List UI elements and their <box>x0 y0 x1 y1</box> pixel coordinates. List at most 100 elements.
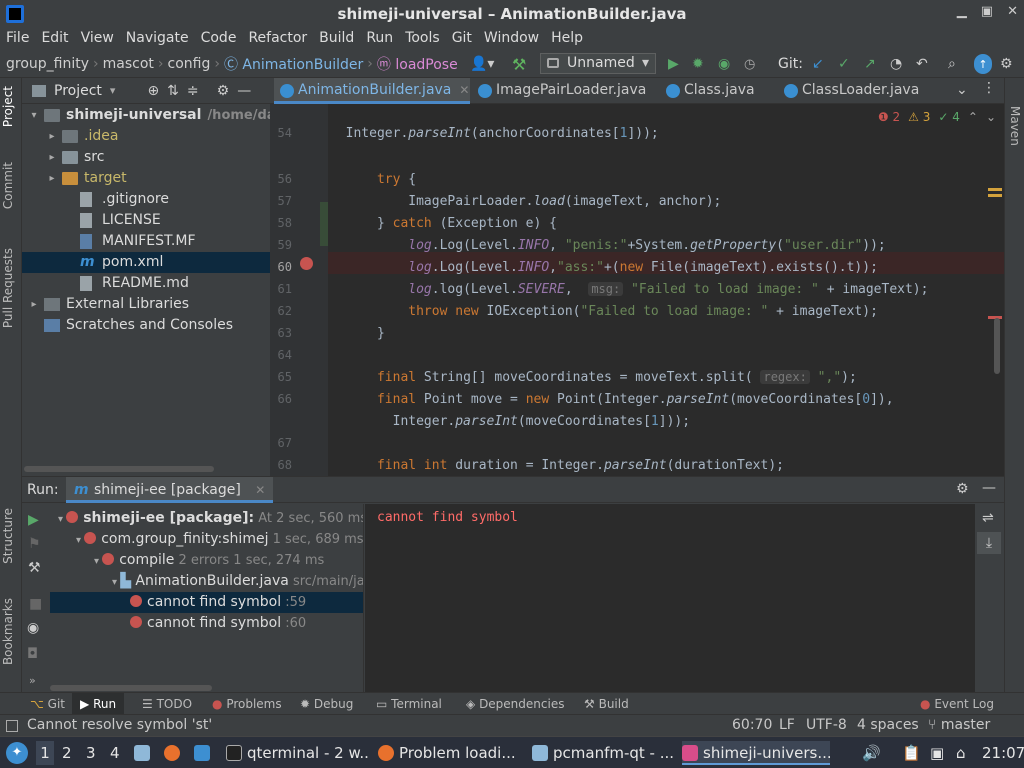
firefox-launcher-icon[interactable] <box>164 741 185 765</box>
build-hammer-icon[interactable]: ⚒ <box>512 54 526 74</box>
build-result-item[interactable]: ▾ ▙ AnimationBuilder.java src/main/ja <box>50 571 363 592</box>
more-icon[interactable]: » <box>29 674 36 687</box>
code-line[interactable]: throw new IOException("Failed to load im… <box>330 304 878 319</box>
build-result-item[interactable]: ▾ com.group_finity:shimej 1 sec, 689 ms <box>50 529 363 550</box>
task-qterminal[interactable]: qterminal - 2 w... <box>226 741 368 765</box>
gear-icon[interactable]: ⚙ <box>956 481 969 497</box>
chevron-down-icon[interactable]: ▾ <box>94 556 102 567</box>
commit-tool-tab[interactable]: Commit <box>1 162 15 209</box>
tool-tab-todo[interactable]: ☰ TODO <box>142 693 192 715</box>
project-tree-item[interactable]: Scratches and Consoles <box>22 315 270 336</box>
tab-imagepairloader[interactable]: ImagePairLoader.java <box>472 78 646 104</box>
start-menu-icon[interactable]: ✦ <box>6 742 28 764</box>
minimize-icon[interactable]: ▁ <box>957 4 967 19</box>
chevron-right-icon[interactable]: ▸ <box>46 168 58 189</box>
run-tab-shimeji-ee[interactable]: m shimeji-ee [package] ✕ <box>66 477 274 503</box>
menu-file[interactable]: File <box>0 28 35 50</box>
tool-tab-build[interactable]: ⚒ Build <box>584 693 629 715</box>
project-horizontal-scrollbar[interactable] <box>24 466 214 472</box>
bookmarks-tool-tab[interactable]: Bookmarks <box>1 598 15 665</box>
chevron-down-icon[interactable]: ▾ <box>112 577 120 588</box>
project-tree-item[interactable]: .gitignore <box>22 189 270 210</box>
chevron-down-icon[interactable]: ▾ <box>110 84 116 97</box>
clock[interactable]: 21:07 <box>982 741 1024 765</box>
task-firefox[interactable]: Problem loadi... <box>378 741 522 765</box>
project-tree-item[interactable]: LICENSE <box>22 210 270 231</box>
editor-vertical-scrollbar[interactable] <box>994 318 1000 374</box>
file-encoding[interactable]: UTF-8 <box>806 717 847 733</box>
build-result-item[interactable]: cannot find symbol :60 <box>50 613 363 634</box>
chevron-right-icon[interactable]: ▸ <box>46 147 58 168</box>
stop-square-icon[interactable]: ■ <box>29 596 42 612</box>
menu-edit[interactable]: Edit <box>35 28 74 50</box>
scroll-to-end-icon[interactable]: ⤓ <box>977 532 1001 554</box>
chevron-down-icon[interactable]: ⌄ <box>986 110 996 124</box>
project-tree-item[interactable]: ▸ .idea <box>22 126 270 147</box>
build-result-item[interactable]: ▾ shimeji-ee [package]: At 2 sec, 560 ms <box>50 508 363 529</box>
code-line[interactable]: final int duration = Integer.parseInt(du… <box>330 458 784 473</box>
project-tree-item[interactable]: ▾ shimeji-universal/home/dartz <box>22 105 295 126</box>
code-line[interactable]: final Point move = new Point(Integer.par… <box>330 392 894 407</box>
chevron-down-icon[interactable]: ▾ <box>28 105 40 126</box>
task-pcmanfm[interactable]: pcmanfm-qt - ... <box>532 741 674 765</box>
files-launcher-icon[interactable] <box>134 741 155 765</box>
layout-icon[interactable] <box>6 720 18 732</box>
history-icon[interactable]: ◔ <box>890 54 902 74</box>
close-icon[interactable]: ✕ <box>459 83 469 97</box>
breakpoint-icon[interactable] <box>300 257 313 270</box>
menu-code[interactable]: Code <box>195 28 243 50</box>
more-icon[interactable]: ⋮ <box>982 80 996 96</box>
workspace-1[interactable]: 1 <box>36 741 54 765</box>
maximize-icon[interactable]: ▣ <box>981 4 993 19</box>
breadcrumb-config[interactable]: config <box>168 56 211 72</box>
close-icon[interactable]: ✕ <box>255 483 265 497</box>
profile-icon[interactable]: ◷ <box>744 54 755 74</box>
screenshot-icon[interactable]: ▣ <box>930 741 944 765</box>
line-separator[interactable]: LF <box>779 717 795 733</box>
tool-tab-debug[interactable]: ✹ Debug <box>300 693 353 715</box>
chevron-up-icon[interactable]: ⌃ <box>968 110 978 124</box>
project-tree-item[interactable]: ▸ target <box>22 168 270 189</box>
code-line[interactable]: log.Log(Level.INFO,"ass:"+(new File(imag… <box>330 260 878 275</box>
settings-icon[interactable]: ⚙ <box>1000 54 1013 74</box>
code-line[interactable]: } catch (Exception e) { <box>330 216 557 231</box>
run-configuration-select[interactable]: Unnamed ▾ <box>540 53 656 74</box>
project-tree-item[interactable]: README.md <box>22 273 270 294</box>
tab-class[interactable]: Class.java <box>660 78 768 104</box>
git-update-icon[interactable]: ↙ <box>812 54 824 74</box>
pull-requests-tool-tab[interactable]: Pull Requests <box>1 248 15 328</box>
desktop-launcher-icon[interactable] <box>194 741 215 765</box>
code-line[interactable]: try { <box>330 172 416 187</box>
menu-run[interactable]: Run <box>360 28 399 50</box>
inspection-widget[interactable]: ❶ 2 ⚠ 3 ✓ 4 ⌃ ⌄ <box>878 110 996 124</box>
locate-icon[interactable]: ⊕ <box>147 83 159 99</box>
code-line[interactable]: Integer.parseInt(moveCoordinates[1])); <box>330 414 690 429</box>
run-icon[interactable]: ▶ <box>668 54 679 74</box>
rerun-icon[interactable]: ▶ <box>28 512 39 528</box>
menu-help[interactable]: Help <box>545 28 589 50</box>
menu-view[interactable]: View <box>75 28 120 50</box>
tool-tab-dependencies[interactable]: ◈ Dependencies <box>466 693 564 715</box>
chevron-right-icon[interactable]: ▸ <box>28 294 40 315</box>
structure-tool-tab[interactable]: Structure <box>1 508 15 564</box>
code-line[interactable]: Integer.parseInt(anchorCoordinates[1])); <box>330 126 659 141</box>
workspace-3[interactable]: 3 <box>86 741 100 765</box>
warning-count[interactable]: ⚠ 3 <box>908 110 930 124</box>
warning-stripe[interactable] <box>988 194 1002 197</box>
coverage-icon[interactable]: ◉ <box>718 54 730 74</box>
code-line[interactable]: ImagePairLoader.load(imageText, anchor); <box>330 194 721 209</box>
project-tree-item[interactable]: MANIFEST.MF <box>22 231 270 252</box>
caret-position[interactable]: 60:70 <box>732 717 772 733</box>
chevron-down-icon[interactable]: ▾ <box>76 535 84 546</box>
code-line[interactable]: log.Log(Level.INFO, "penis:"+System.getP… <box>330 238 885 253</box>
volume-icon[interactable]: 🔊 <box>862 741 881 765</box>
project-tree-item[interactable]: m pom.xml <box>22 252 270 273</box>
menu-refactor[interactable]: Refactor <box>242 28 313 50</box>
update-icon[interactable]: ↑ <box>974 54 992 74</box>
event-log-button[interactable]: ● Event Log <box>920 693 994 715</box>
build-result-item[interactable]: cannot find symbol :59 <box>50 592 363 613</box>
tab-animationbuilder[interactable]: AnimationBuilder.java ✕ <box>274 78 470 104</box>
maven-tool-tab[interactable]: Maven <box>1008 106 1022 146</box>
rollback-icon[interactable]: ↶ <box>916 54 928 74</box>
tool-tab-terminal[interactable]: ▭ Terminal <box>376 693 442 715</box>
